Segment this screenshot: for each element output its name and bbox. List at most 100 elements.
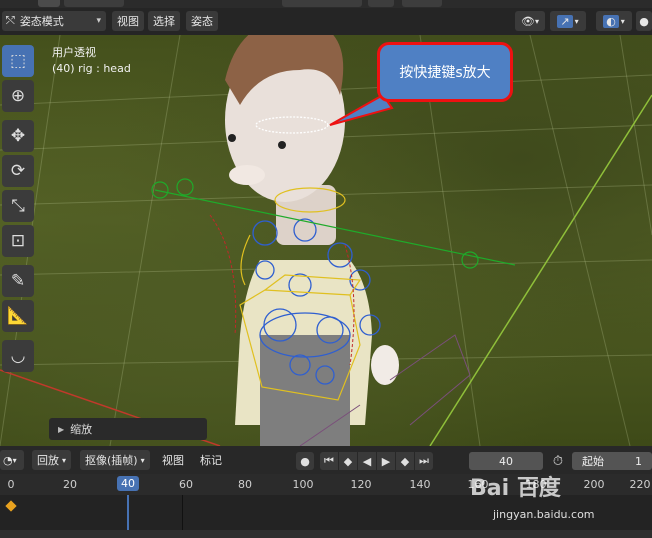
next-keyframe-button[interactable]: ◆ <box>396 452 414 470</box>
ruler-tick: 200 <box>583 478 605 491</box>
clock-icon: ◔ <box>3 453 13 467</box>
expand-triangle-icon: ▶ <box>58 424 65 434</box>
menu-view[interactable]: 视图 <box>112 11 144 31</box>
stopwatch-icon: ⏱ <box>552 453 564 469</box>
chevron-down-icon: ▾ <box>96 16 101 26</box>
move-tool[interactable]: ✥ <box>2 120 34 152</box>
menu-marker[interactable]: 标记 <box>195 450 227 470</box>
chevron-down-icon: ▾ <box>140 455 145 465</box>
chevron-down-icon: ▾ <box>620 16 625 26</box>
ruler-tick: 100 <box>292 478 314 491</box>
transform-icon: ⊡ <box>10 231 26 251</box>
start-frame-label: 起始 <box>582 455 604 468</box>
menu-pose[interactable]: 姿态 <box>186 11 218 31</box>
start-frame-value: 1 <box>635 454 642 468</box>
prev-keyframe-icon: ◆ <box>343 454 353 468</box>
play-icon: ▶ <box>381 454 391 468</box>
annotate-tool[interactable]: ✎ <box>2 265 34 297</box>
transform-tool[interactable]: ⊡ <box>2 225 34 257</box>
overlay-button[interactable]: ◐ ▾ <box>596 11 632 31</box>
next-keyframe-icon: ◆ <box>400 454 410 468</box>
move-icon: ✥ <box>10 126 26 146</box>
editor-type-button[interactable]: ◔ ▾ <box>0 450 24 470</box>
jump-start-button[interactable]: ⏮ <box>320 452 338 470</box>
chevron-down-icon: ▾ <box>534 16 539 26</box>
callout-text: 按快捷键s放大 <box>399 65 491 81</box>
shading-button[interactable]: ● <box>636 11 652 31</box>
jump-end-icon: ⏭ <box>419 454 429 467</box>
play-reverse-button[interactable]: ◀ <box>358 452 376 470</box>
prev-keyframe-button[interactable]: ◆ <box>339 452 357 470</box>
measure-tool[interactable]: 📐 <box>2 300 34 332</box>
rotate-icon: ⟳ <box>10 161 26 181</box>
shading-solid-icon: ● <box>639 14 649 28</box>
cursor-tool[interactable]: ⊕ <box>2 80 34 112</box>
gizmo-icon: ↗ <box>557 14 573 28</box>
keying-label: 抠像(插帧) <box>85 454 138 467</box>
jump-start-icon: ⏮ <box>324 454 334 467</box>
current-frame-value: 40 <box>499 454 513 468</box>
ruler-tick: 80 <box>238 478 252 491</box>
last-operator-label: 缩放 <box>70 423 93 436</box>
start-frame-field[interactable]: 起始 1 <box>572 452 652 470</box>
object-info: (40) rig : head <box>52 62 131 75</box>
orientation-chip[interactable] <box>282 0 362 7</box>
current-frame-field[interactable]: 40 <box>469 452 543 470</box>
select-box-icon: ⬚ <box>9 51 27 71</box>
last-operator-panel[interactable]: ▶ 缩放 <box>49 418 207 440</box>
preview-range-button[interactable]: ⏱ <box>549 452 567 470</box>
pivot-chip[interactable] <box>368 0 394 7</box>
record-button[interactable]: ● <box>296 452 314 470</box>
ruler-tick: 140 <box>409 478 431 491</box>
mode-dropdown[interactable]: ⤲ 姿态模式 ▾ <box>2 11 106 31</box>
rotate-tool[interactable]: ⟳ <box>2 155 34 187</box>
playhead-line[interactable] <box>127 495 129 530</box>
ruler-tick: 20 <box>63 478 77 491</box>
record-icon: ● <box>300 454 310 468</box>
toggle-chip[interactable] <box>64 0 124 7</box>
ruler-tick: 220 <box>629 478 651 491</box>
pose-curve-tool[interactable]: ◡ <box>2 340 34 372</box>
measure-icon: 📐 <box>7 306 29 326</box>
chevron-down-icon: ▾ <box>12 455 17 465</box>
select-mode-chip[interactable] <box>38 0 60 7</box>
scale-tool[interactable]: ⤡ <box>2 190 34 222</box>
menu-select[interactable]: 选择 <box>148 11 180 31</box>
baidu-watermark-url: jingyan.baidu.com <box>493 508 595 521</box>
eye-icon: 👁 <box>521 14 535 28</box>
playback-label: 回放 <box>37 454 59 467</box>
chevron-down-icon: ▾ <box>574 16 579 26</box>
annotate-icon: ✎ <box>10 271 26 291</box>
play-button[interactable]: ▶ <box>377 452 395 470</box>
top-bar-strip <box>0 0 652 8</box>
overlay-icon: ◐ <box>603 14 619 28</box>
pose-curve-icon: ◡ <box>10 346 26 366</box>
end-frame-line <box>182 495 183 530</box>
snap-chip[interactable] <box>402 0 442 7</box>
mode-label: 姿态模式 <box>19 15 64 28</box>
scene-drawing <box>0 35 652 446</box>
select-box-tool[interactable]: ⬚ <box>2 45 34 77</box>
gizmo-button[interactable]: ↗ ▾ <box>550 11 586 31</box>
menu-timeline-view[interactable]: 视图 <box>157 450 189 470</box>
jump-end-button[interactable]: ⏭ <box>415 452 433 470</box>
scrollbar-strip[interactable] <box>0 530 652 538</box>
current-frame-indicator[interactable]: 40 <box>117 476 139 491</box>
ruler-tick: 120 <box>350 478 372 491</box>
scale-icon: ⤡ <box>11 196 25 216</box>
3d-viewport[interactable]: 用户透视 (40) rig : head 按快捷键s放大 ⬚ ⊕ ✥ ⟳ ⤡ ⊡… <box>0 35 652 446</box>
menu-playback[interactable]: 回放 ▾ <box>32 450 72 470</box>
keyframe-diamond[interactable] <box>5 500 17 512</box>
menu-keying[interactable]: 抠像(插帧) ▾ <box>80 450 150 470</box>
view-name: 用户透视 <box>52 46 96 59</box>
character-model[interactable] <box>225 35 399 446</box>
viewport-header: ⤲ 姿态模式 ▾ 视图 选择 姿态 👁 ▾ ↗ ▾ ◐ ▾ ● <box>0 8 652 35</box>
visibility-button[interactable]: 👁 ▾ <box>515 11 545 31</box>
chevron-down-icon: ▾ <box>62 455 67 465</box>
baidu-watermark-logo: Bai 百度 <box>470 476 561 501</box>
ruler-tick: 60 <box>179 478 193 491</box>
ruler-tick: 0 <box>7 478 15 491</box>
y-axis-line <box>429 94 652 446</box>
cursor-icon: ⊕ <box>10 86 26 106</box>
pose-mode-icon: ⤲ <box>6 14 15 27</box>
